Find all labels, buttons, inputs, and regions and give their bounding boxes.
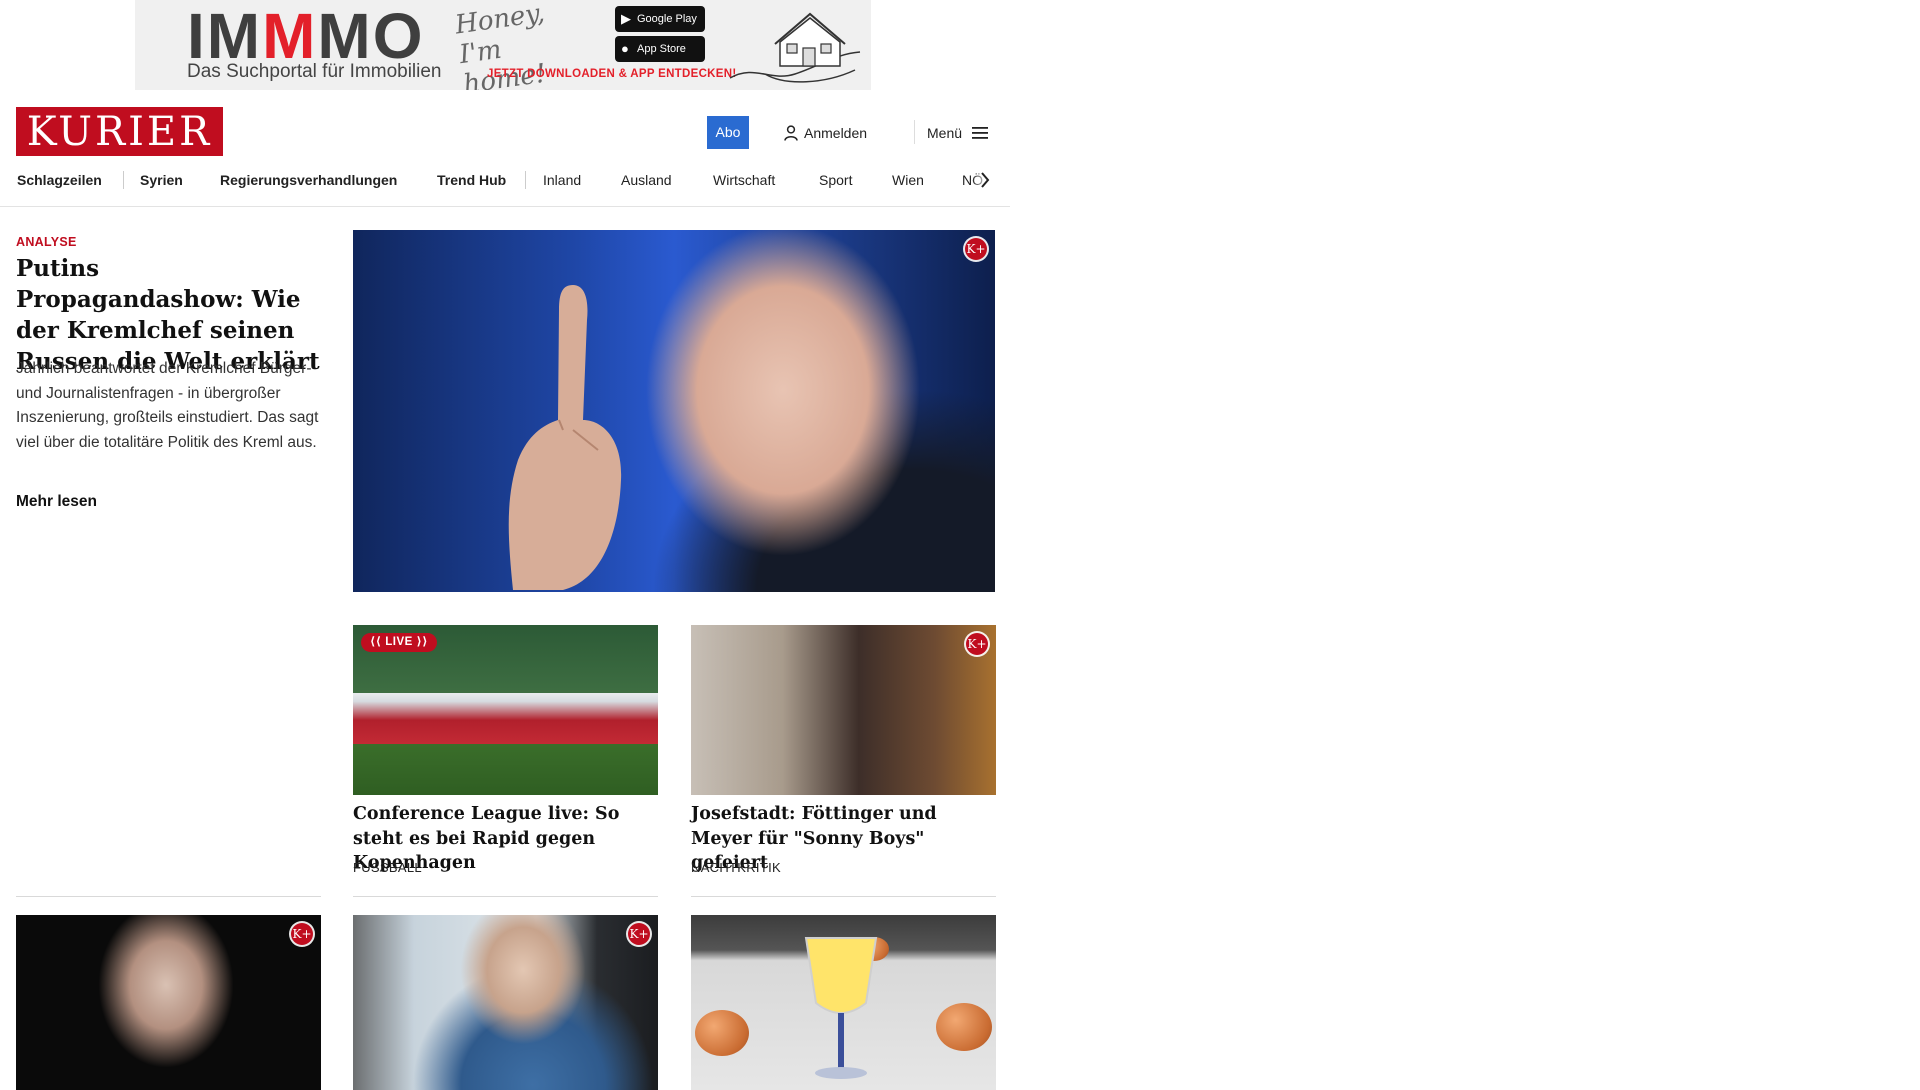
section-divider [691, 896, 996, 897]
kurier-logo[interactable]: KURIER [16, 107, 223, 156]
kplus-badge: K+ [966, 633, 988, 655]
card-image-eggnog[interactable] [691, 915, 996, 1090]
card-image-interview[interactable]: K+ [353, 915, 658, 1090]
chevron-right-icon [981, 172, 990, 188]
nav-separator [123, 171, 124, 189]
abo-button[interactable]: Abo [707, 116, 749, 149]
header-divider [914, 120, 915, 144]
egg-shape [695, 1010, 749, 1056]
nav-item-wien[interactable]: Wien [892, 168, 924, 192]
live-label: LIVE [385, 636, 413, 648]
ad-logo: IMMMO [187, 0, 425, 72]
kplus-badge: K+ [291, 923, 313, 945]
kplus-badge: K+ [965, 238, 987, 260]
card-image-football[interactable]: ⟨⟨ LIVE ⟩⟩ [353, 625, 658, 795]
lead-teaser: Jährlich beantwortet der Kremlchef Bürge… [16, 360, 319, 451]
egg-shape [936, 1003, 992, 1051]
ad-slogan: Das Suchportal für Immobilien [187, 61, 442, 82]
kplus-badge: K+ [628, 923, 650, 945]
live-badge: ⟨⟨ LIVE ⟩⟩ [361, 633, 437, 652]
section-nav: Schlagzeilen Syrien Regierungsverhandlun… [0, 168, 1010, 207]
card-category[interactable]: FUSSBALL [353, 860, 422, 875]
nav-item-wirtschaft[interactable]: Wirtschaft [713, 168, 775, 192]
lead-kicker: ANALYSE [16, 235, 77, 249]
nav-item-ausland[interactable]: Ausland [621, 168, 672, 192]
app-store-badge[interactable]: ● App Store [615, 36, 705, 62]
section-divider [353, 896, 658, 897]
nav-item-regierungsverhandlungen[interactable]: Regierungsverhandlungen [220, 168, 397, 192]
user-icon [784, 125, 798, 141]
nav-item-inland[interactable]: Inland [543, 168, 581, 192]
nav-scroll-right-button[interactable] [972, 168, 1010, 192]
nav-item-schlagzeilen[interactable]: Schlagzeilen [17, 168, 102, 192]
nav-separator [525, 171, 526, 189]
card-image-speaker[interactable]: K+ [16, 915, 321, 1090]
google-play-badge[interactable]: ▶ Google Play [615, 6, 705, 32]
card-image-theatre[interactable]: K+ [691, 625, 996, 795]
kplus-label: K+ [967, 637, 987, 651]
section-divider [16, 896, 321, 897]
login-label: Anmelden [804, 125, 868, 141]
kplus-label: K+ [966, 242, 986, 256]
play-icon: ▶ [621, 11, 631, 26]
apple-icon: ● [621, 41, 629, 56]
read-more-link[interactable]: Mehr lesen [16, 493, 97, 511]
raised-finger-illustration [508, 285, 622, 590]
nav-item-sport[interactable]: Sport [819, 168, 852, 192]
card-category[interactable]: NACHTKRITIK [691, 860, 781, 875]
ad-cta: JETZT DOWNLOADEN & APP ENTDECKEN! [487, 68, 737, 80]
kplus-label: K+ [629, 927, 649, 941]
nav-item-syrien[interactable]: Syrien [140, 168, 183, 192]
hamburger-icon [972, 127, 989, 139]
kplus-label: K+ [292, 927, 312, 941]
house-in-hand-illustration [729, 12, 861, 83]
app-store-label: App Store [637, 43, 686, 55]
login-button[interactable]: Anmelden [784, 122, 867, 144]
nav-item-trend-hub[interactable]: Trend Hub [437, 168, 506, 192]
ad-banner[interactable]: IMMMO Das Suchportal für Immobilien Hone… [135, 0, 871, 90]
lead-image[interactable]: K+ [353, 230, 995, 592]
menu-label: Menü [927, 125, 963, 141]
menu-button[interactable]: Menü [927, 122, 989, 144]
google-play-label: Google Play [637, 13, 697, 25]
eggnog-glass-illustration [804, 937, 878, 1079]
